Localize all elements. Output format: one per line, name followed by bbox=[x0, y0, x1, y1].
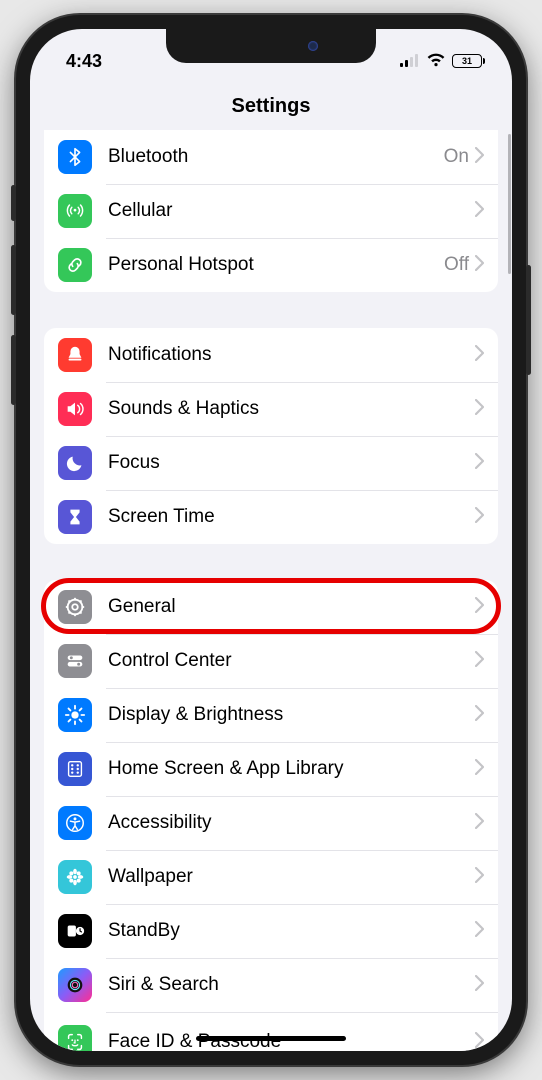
clock: 4:43 bbox=[66, 51, 102, 72]
volume-down-button bbox=[11, 335, 16, 405]
row-screen-time[interactable]: Screen Time bbox=[44, 490, 498, 544]
row-label: Screen Time bbox=[108, 506, 475, 528]
accessibility-icon bbox=[58, 806, 92, 840]
chevron-right-icon bbox=[475, 813, 484, 834]
moon-icon bbox=[58, 446, 92, 480]
section-system: General Control Center Display & Brightn… bbox=[44, 580, 498, 1051]
row-label: StandBy bbox=[108, 920, 475, 942]
phone-frame: 4:43 31 Settings bbox=[16, 15, 526, 1065]
chevron-right-icon bbox=[475, 453, 484, 474]
clock-icon bbox=[58, 914, 92, 948]
row-control-center[interactable]: Control Center bbox=[44, 634, 498, 688]
row-display-brightness[interactable]: Display & Brightness bbox=[44, 688, 498, 742]
row-general[interactable]: General bbox=[44, 580, 498, 634]
link-icon bbox=[58, 248, 92, 282]
row-label: Face ID & Passcode bbox=[108, 1031, 475, 1051]
chevron-right-icon bbox=[475, 597, 484, 618]
section-connectivity: Bluetooth On Cellular Personal Hotspot bbox=[44, 130, 498, 292]
row-focus[interactable]: Focus bbox=[44, 436, 498, 490]
row-label: Notifications bbox=[108, 344, 475, 366]
faceid-icon bbox=[58, 1025, 92, 1051]
notch bbox=[166, 29, 376, 63]
battery-icon: 31 bbox=[452, 54, 482, 68]
row-label: Sounds & Haptics bbox=[108, 398, 475, 420]
scroll-indicator bbox=[508, 134, 511, 274]
chevron-right-icon bbox=[475, 399, 484, 420]
row-label: Bluetooth bbox=[108, 146, 444, 168]
chevron-right-icon bbox=[475, 759, 484, 780]
row-standby[interactable]: StandBy bbox=[44, 904, 498, 958]
row-value: On bbox=[444, 146, 469, 168]
bluetooth-icon bbox=[58, 140, 92, 174]
chevron-right-icon bbox=[475, 507, 484, 528]
silent-switch bbox=[11, 185, 16, 221]
page-title: Settings bbox=[30, 81, 512, 130]
cellular-icon bbox=[400, 51, 420, 72]
row-label: Focus bbox=[108, 452, 475, 474]
row-accessibility[interactable]: Accessibility bbox=[44, 796, 498, 850]
row-label: Accessibility bbox=[108, 812, 475, 834]
battery-percent: 31 bbox=[462, 56, 472, 66]
switches-icon bbox=[58, 644, 92, 678]
home-indicator[interactable] bbox=[196, 1036, 346, 1041]
chevron-right-icon bbox=[475, 201, 484, 222]
bell-icon bbox=[58, 338, 92, 372]
siri-icon bbox=[58, 968, 92, 1002]
row-sounds-haptics[interactable]: Sounds & Haptics bbox=[44, 382, 498, 436]
chevron-right-icon bbox=[475, 1032, 484, 1052]
row-bluetooth[interactable]: Bluetooth On bbox=[44, 130, 498, 184]
power-button bbox=[526, 265, 531, 375]
row-siri-search[interactable]: Siri & Search bbox=[44, 958, 498, 1012]
settings-scroll[interactable]: Bluetooth On Cellular Personal Hotspot bbox=[30, 130, 512, 1051]
chevron-right-icon bbox=[475, 921, 484, 942]
chevron-right-icon bbox=[475, 705, 484, 726]
row-cellular[interactable]: Cellular bbox=[44, 184, 498, 238]
antenna-icon bbox=[58, 194, 92, 228]
row-wallpaper[interactable]: Wallpaper bbox=[44, 850, 498, 904]
screen: 4:43 31 Settings bbox=[30, 29, 512, 1051]
sun-icon bbox=[58, 698, 92, 732]
volume-up-button bbox=[11, 245, 16, 315]
row-label: Cellular bbox=[108, 200, 475, 222]
row-label: Home Screen & App Library bbox=[108, 758, 475, 780]
section-alerts: Notifications Sounds & Haptics Focus bbox=[44, 328, 498, 544]
row-label: General bbox=[108, 596, 475, 618]
wifi-icon bbox=[426, 51, 446, 72]
row-personal-hotspot[interactable]: Personal Hotspot Off bbox=[44, 238, 498, 292]
row-notifications[interactable]: Notifications bbox=[44, 328, 498, 382]
apps-grid-icon bbox=[58, 752, 92, 786]
row-label: Wallpaper bbox=[108, 866, 475, 888]
row-faceid-passcode[interactable]: Face ID & Passcode bbox=[44, 1012, 498, 1051]
row-label: Siri & Search bbox=[108, 974, 475, 996]
chevron-right-icon bbox=[475, 255, 484, 276]
chevron-right-icon bbox=[475, 867, 484, 888]
row-home-screen[interactable]: Home Screen & App Library bbox=[44, 742, 498, 796]
row-label: Display & Brightness bbox=[108, 704, 475, 726]
status-right: 31 bbox=[400, 51, 482, 72]
hourglass-icon bbox=[58, 500, 92, 534]
speaker-icon bbox=[58, 392, 92, 426]
chevron-right-icon bbox=[475, 345, 484, 366]
chevron-right-icon bbox=[475, 147, 484, 168]
flower-icon bbox=[58, 860, 92, 894]
chevron-right-icon bbox=[475, 975, 484, 996]
row-label: Control Center bbox=[108, 650, 475, 672]
row-value: Off bbox=[444, 254, 469, 276]
row-label: Personal Hotspot bbox=[108, 254, 444, 276]
gear-icon bbox=[58, 590, 92, 624]
chevron-right-icon bbox=[475, 651, 484, 672]
